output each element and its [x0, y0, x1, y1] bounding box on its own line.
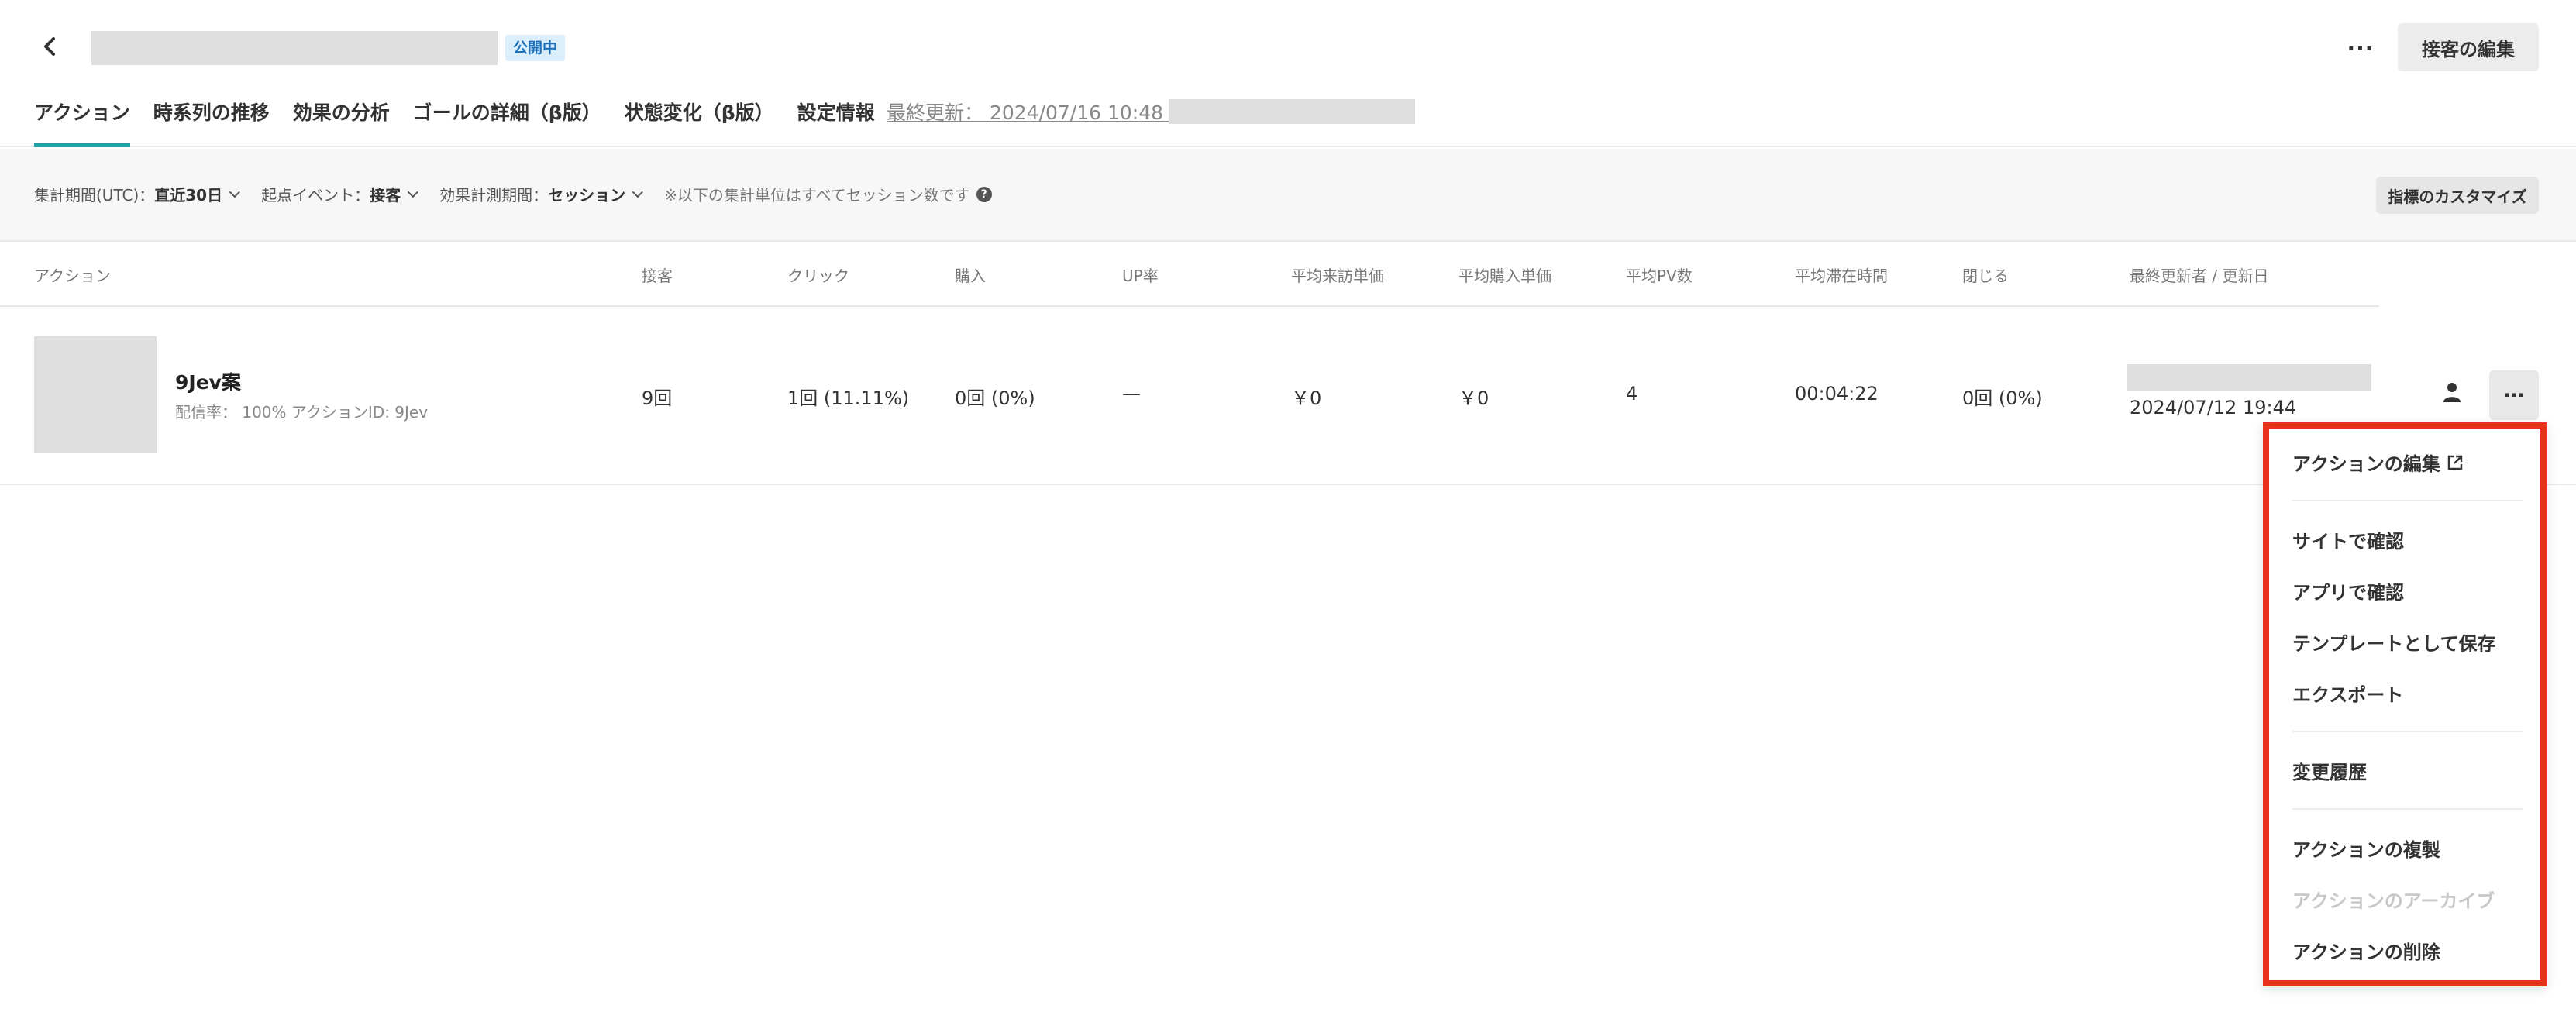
- cell-updated-date: 2024/07/12 19:44: [2130, 397, 2297, 418]
- help-icon[interactable]: ?: [976, 186, 992, 202]
- menu-item-duplicate[interactable]: アクションの複製: [2292, 835, 2440, 862]
- tab-bar: アクション 時系列の推移 効果の分析 ゴールの詳細（β版） 状態変化（β版） 設…: [34, 95, 898, 147]
- edit-campaign-button[interactable]: 接客の編集: [2398, 23, 2539, 71]
- updater-name-redacted: [1169, 99, 1415, 124]
- measure-period-value: セッション: [548, 186, 626, 205]
- cell-impressions: 9回: [642, 387, 673, 409]
- last-updated-link[interactable]: 最終更新： 2024/07/16 10:48 by: [887, 98, 1193, 126]
- menu-item-label: アクションの編集: [2292, 453, 2440, 475]
- column-header-last-updated: 最終更新者 / 更新日: [2130, 267, 2269, 285]
- cell-purchases: 0回 (0%): [955, 387, 1035, 409]
- start-event-filter[interactable]: 起点イベント： 接客: [261, 183, 419, 205]
- cell-uplift: —: [1122, 383, 1141, 404]
- menu-item-save-template[interactable]: テンプレートとして保存: [2292, 628, 2496, 656]
- column-header-avg-purchase-value: 平均購入単価: [1458, 267, 1551, 285]
- cell-close: 0回 (0%): [1962, 387, 2043, 409]
- menu-item-export[interactable]: エクスポート: [2292, 680, 2403, 707]
- measure-period-filter[interactable]: 効果計測期間： セッション: [439, 183, 644, 205]
- cell-avg-pv: 4: [1626, 383, 1638, 404]
- chevron-left-icon: [44, 37, 55, 56]
- chevron-down-icon: [229, 186, 241, 198]
- measure-period-label: 効果計測期間：: [439, 186, 549, 205]
- start-event-label: 起点イベント：: [261, 186, 370, 205]
- menu-item-change-history[interactable]: 変更履歴: [2292, 757, 2367, 784]
- column-header-purchases: 購入: [955, 267, 986, 285]
- user-button[interactable]: [2433, 370, 2471, 414]
- header-more-button[interactable]: ···: [2336, 28, 2385, 68]
- user-icon: [2443, 383, 2461, 402]
- customize-metrics-button[interactable]: 指標のカスタマイズ: [2376, 177, 2539, 214]
- tab-settings-info[interactable]: 設定情報: [797, 95, 875, 147]
- period-filter-value: 直近30日: [154, 186, 223, 205]
- header-spacer: [2379, 243, 2576, 307]
- menu-item-preview-site[interactable]: サイトで確認: [2292, 526, 2404, 553]
- column-header-clicks: クリック: [787, 267, 849, 285]
- row-actions-menu: アクションの編集 サイトで確認 アプリで確認 テンプレートとして保存 エクスポー…: [2263, 422, 2547, 986]
- cell-avg-purchase-value: ￥0: [1458, 387, 1489, 409]
- page-header: 公開中 ··· 接客の編集 アクション 時系列の推移 効果の分析 ゴールの詳細（…: [0, 0, 2576, 147]
- start-event-value: 接客: [370, 186, 401, 205]
- external-link-icon: [2447, 455, 2463, 470]
- chevron-down-icon: [632, 186, 644, 198]
- column-header-action: アクション: [34, 267, 111, 285]
- back-button[interactable]: [34, 31, 65, 62]
- cell-clicks: 1回 (11.11%): [787, 387, 910, 409]
- column-header-avg-pv: 平均PV数: [1626, 267, 1693, 285]
- tab-effect-analysis[interactable]: 効果の分析: [293, 95, 390, 147]
- column-header-impressions: 接客: [642, 267, 673, 285]
- period-filter-label: 集計期間(UTC)：: [34, 186, 155, 205]
- updater-redacted: [2127, 364, 2371, 391]
- table-row[interactable]: 9Jev案 配信率： 100% アクションID: 9Jev 9回 1回 (11.…: [0, 308, 2576, 485]
- aggregation-note-text: ※以下の集計単位はすべてセッション数です: [664, 186, 970, 205]
- table-header: アクション 接客 クリック 購入 UP率 平均来訪単価 平均購入単価 平均PV数…: [0, 243, 2576, 307]
- tab-actions[interactable]: アクション: [34, 95, 130, 147]
- filter-bar: 集計期間(UTC)： 直近30日 起点イベント： 接客 効果計測期間： セッショ…: [0, 149, 2576, 242]
- action-meta: 配信率： 100% アクションID: 9Jev: [175, 403, 429, 422]
- action-thumbnail: [34, 336, 157, 453]
- cell-avg-stay: 00:04:22: [1795, 383, 1879, 404]
- column-header-avg-visit-value: 平均来訪単価: [1291, 267, 1384, 285]
- column-header-close: 閉じる: [1962, 267, 2009, 285]
- menu-item-archive: アクションのアーカイブ: [2292, 890, 2495, 912]
- column-header-uplift: UP率: [1122, 267, 1159, 285]
- chevron-down-icon: [407, 186, 419, 198]
- menu-item-edit-action[interactable]: アクションの編集: [2292, 449, 2464, 476]
- menu-item-delete[interactable]: アクションの削除: [2292, 937, 2440, 964]
- cell-avg-visit-value: ￥0: [1291, 387, 1322, 409]
- status-badge: 公開中: [505, 35, 566, 61]
- menu-item-preview-app[interactable]: アプリで確認: [2292, 577, 2404, 604]
- tab-goal-details[interactable]: ゴールの詳細（β版）: [413, 95, 601, 147]
- aggregation-note: ※以下の集計単位はすべてセッション数です ?: [664, 183, 992, 205]
- menu-separator: [2292, 731, 2523, 732]
- menu-separator: [2292, 500, 2523, 501]
- action-name[interactable]: 9Jev案: [175, 367, 241, 395]
- column-header-avg-stay: 平均滞在時間: [1795, 267, 1888, 285]
- row-more-button[interactable]: ···: [2489, 370, 2539, 420]
- menu-separator: [2292, 808, 2523, 810]
- tab-state-change[interactable]: 状態変化（β版）: [625, 95, 774, 147]
- period-filter[interactable]: 集計期間(UTC)： 直近30日: [34, 183, 241, 205]
- campaign-title-redacted: [91, 31, 498, 65]
- tab-timeseries[interactable]: 時系列の推移: [153, 95, 270, 147]
